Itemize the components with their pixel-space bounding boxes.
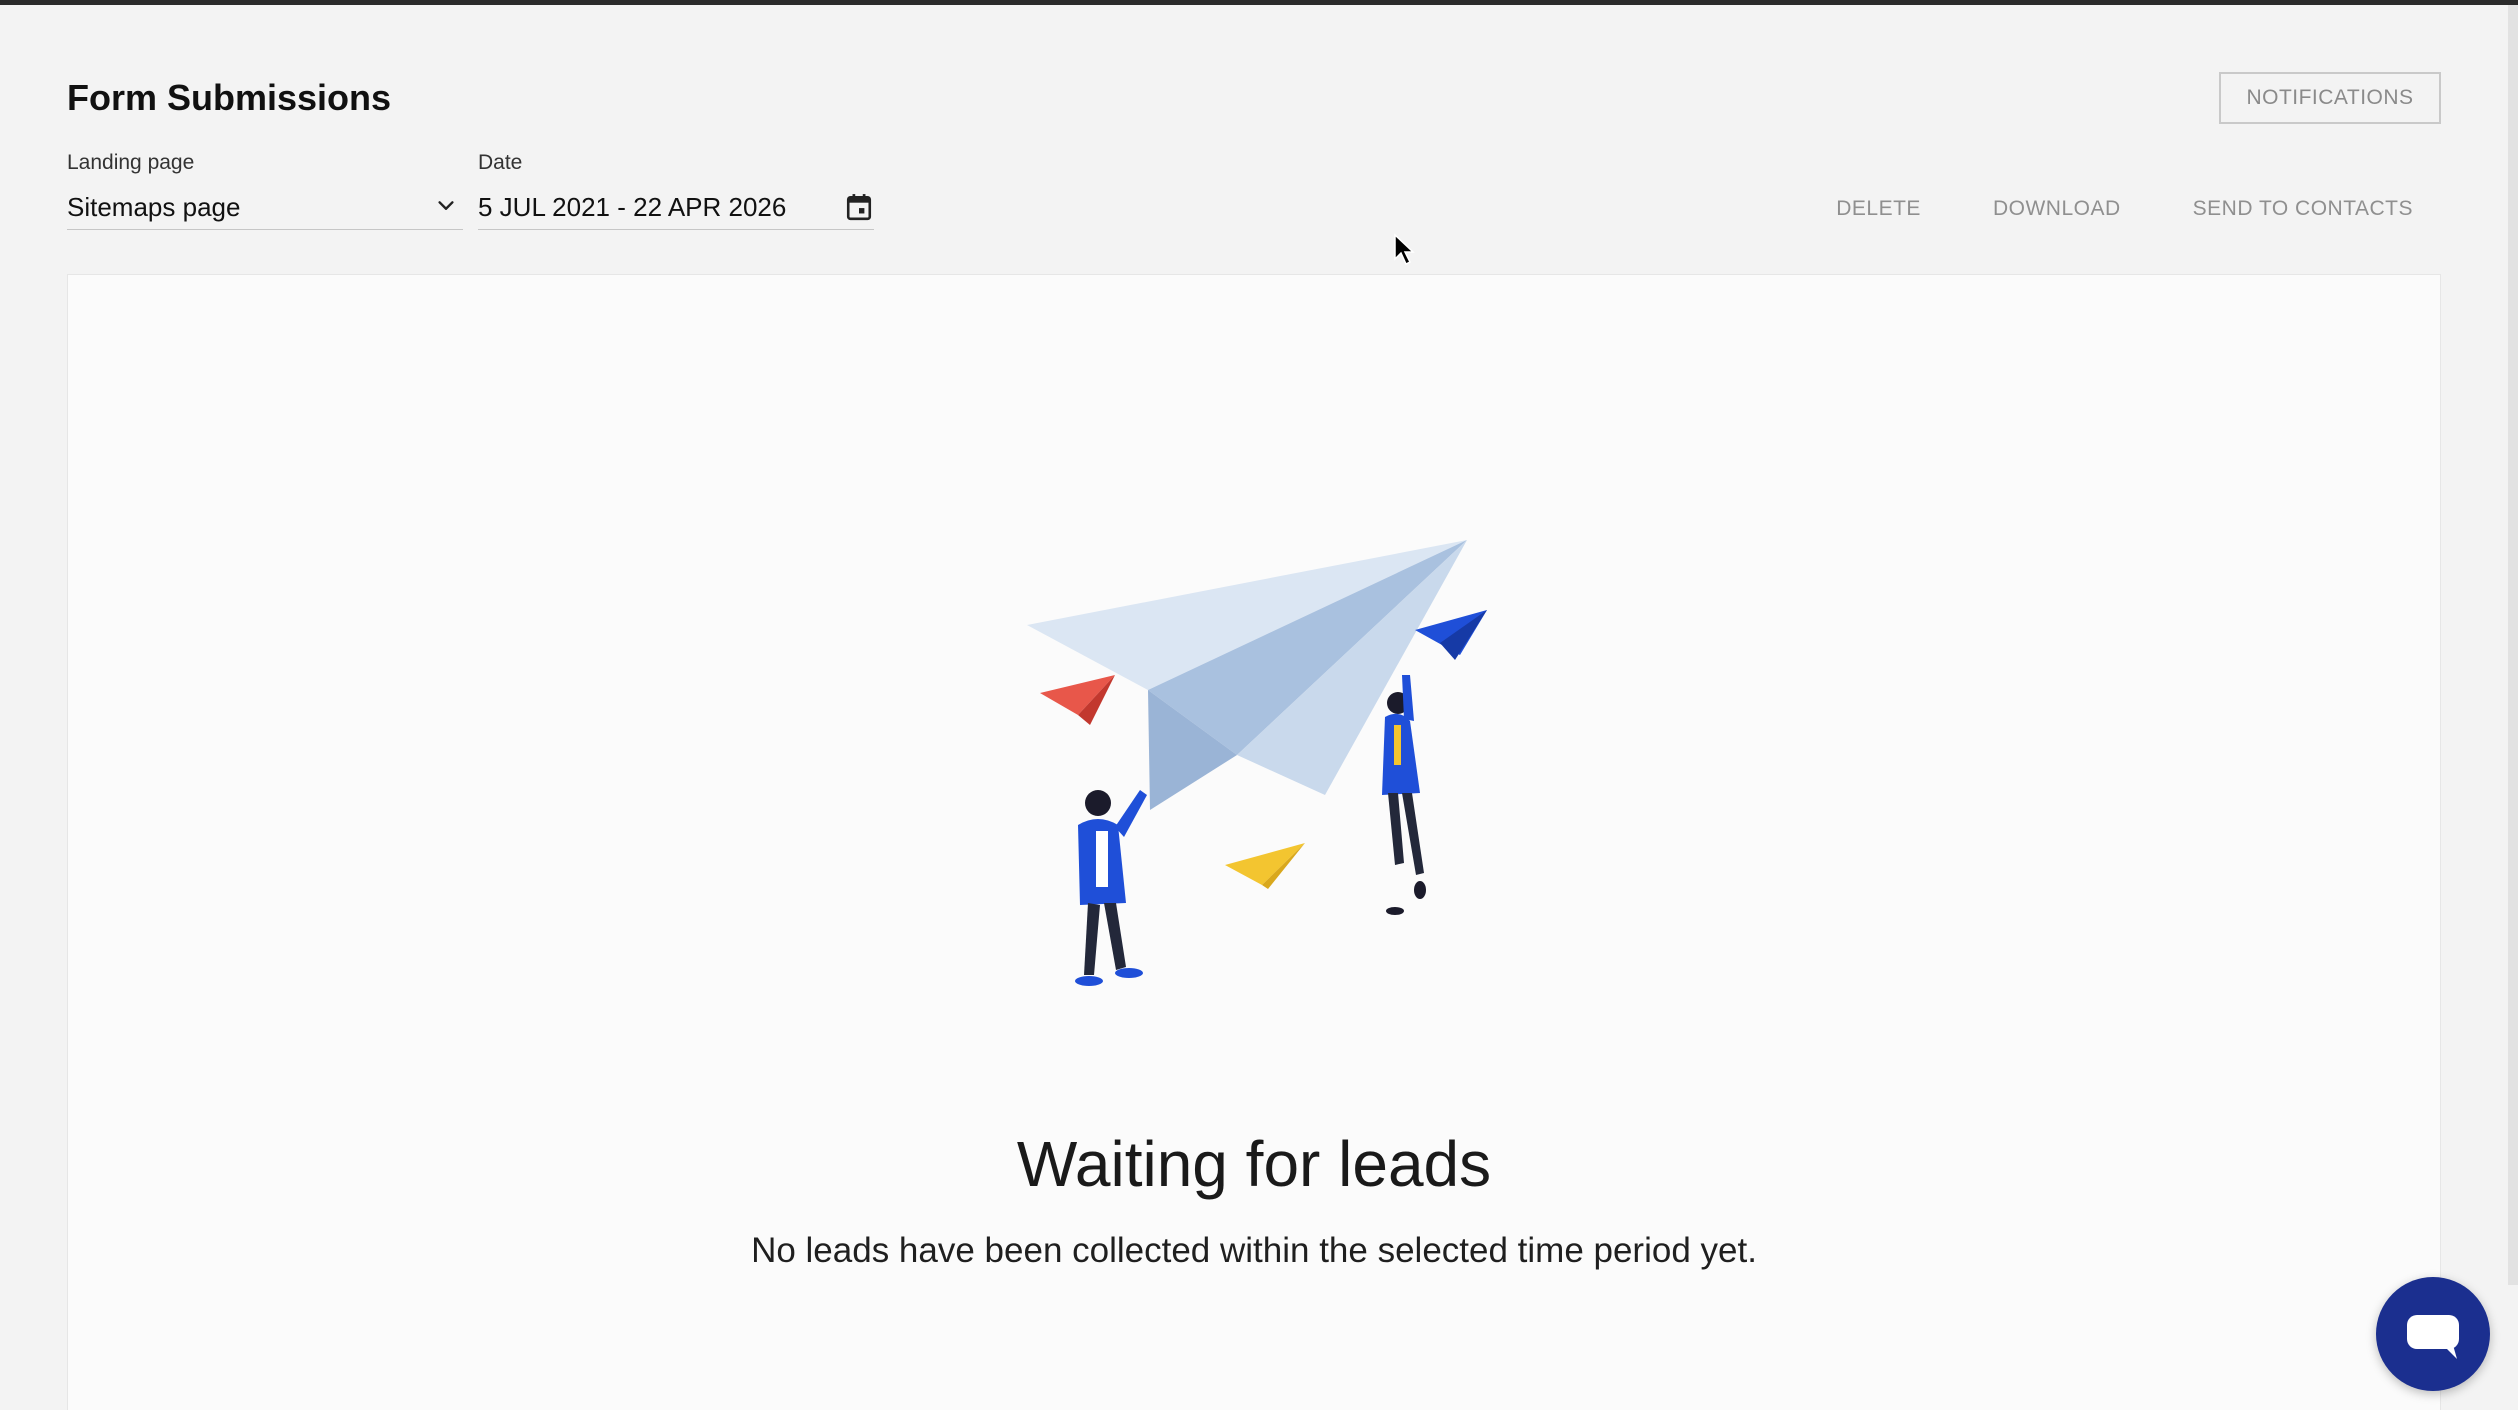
page-title: Form Submissions (67, 77, 392, 118)
form-submissions-page: Form Submissions NOTIFICATIONS Landing p… (0, 0, 2518, 1410)
landing-page-select[interactable]: Sitemaps page (67, 185, 463, 230)
chat-icon (2407, 1315, 2459, 1359)
landing-page-filter: Landing page Sitemaps page (67, 151, 463, 230)
empty-state-subtitle: No leads have been collected within the … (751, 1231, 1757, 1270)
notifications-button[interactable]: NOTIFICATIONS (2219, 72, 2441, 124)
landing-page-value: Sitemaps page (67, 191, 241, 222)
empty-state-title: Waiting for leads (1016, 1128, 1492, 1200)
calendar-icon[interactable] (846, 193, 872, 221)
date-filter: Date 5 JUL 2021 - 22 APR 2026 (478, 151, 874, 230)
download-button[interactable]: DOWNLOAD (1957, 187, 2157, 231)
chevron-down-icon (438, 201, 454, 210)
date-label: Date (478, 151, 523, 174)
date-range-field[interactable]: 5 JUL 2021 - 22 APR 2026 (478, 185, 874, 230)
bulk-actions: DELETE DOWNLOAD SEND TO CONTACTS (1800, 187, 2441, 231)
chat-button[interactable] (2376, 1277, 2490, 1391)
date-range-value: 5 JUL 2021 - 22 APR 2026 (478, 191, 787, 222)
paper-plane-illustration (1027, 540, 1487, 986)
scrollbar[interactable] (2508, 5, 2518, 1285)
mouse-cursor-icon (1394, 233, 1415, 266)
delete-button[interactable]: DELETE (1800, 187, 1957, 231)
landing-page-label: Landing page (67, 151, 195, 174)
send-to-contacts-button[interactable]: SEND TO CONTACTS (2157, 187, 2441, 231)
